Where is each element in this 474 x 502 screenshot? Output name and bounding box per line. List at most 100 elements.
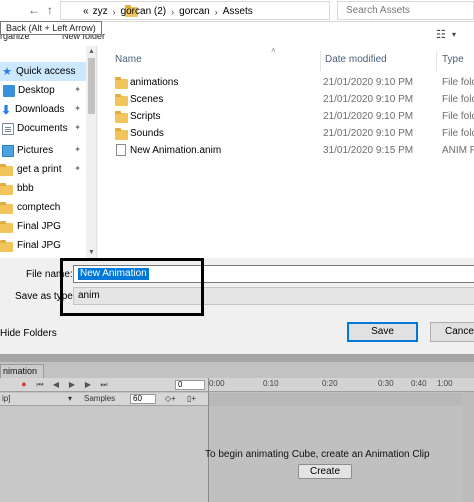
sidebar-item-label: Quick access (16, 66, 76, 77)
column-header-type[interactable]: Type (442, 51, 464, 69)
first-frame-icon[interactable]: ⏮ (34, 379, 46, 390)
sidebar-item-final-jpg-2[interactable]: Final JPG (0, 236, 84, 255)
sidebar-item-label: Downloads (15, 104, 65, 115)
star-icon: ★ (2, 65, 12, 78)
dopesheet-scrollbar[interactable] (462, 392, 474, 502)
breadcrumb-gorcan[interactable]: gorcan (177, 6, 212, 17)
sidebar-item-label: Final JPG (17, 240, 61, 251)
file-name: Scripts (130, 111, 161, 122)
ruler-tick-label: 1:00 (437, 379, 453, 388)
samples-field[interactable]: 60 (130, 394, 156, 404)
navigation-pane[interactable]: ★ Quick access Desktop ✦ ⬇ Downloads ✦ D… (0, 46, 97, 258)
last-frame-icon[interactable]: ⏭ (98, 379, 110, 390)
sidebar-item-label: Desktop (18, 85, 55, 96)
chevron-up-icon: ˄ (271, 46, 276, 55)
file-date: 21/01/2020 9:10 PM (323, 111, 414, 122)
clip-row: ip] ▾ Samples 60 ◇+ ▯+ (0, 393, 208, 406)
hide-folders-button[interactable]: Hide Folders (0, 328, 57, 339)
folder-icon (0, 239, 13, 252)
nav-scrollbar[interactable]: ▲ ▼ (86, 46, 96, 258)
sidebar-item-label: get a print (17, 164, 62, 175)
sidebar-item-comptech[interactable]: comptech (0, 198, 84, 217)
file-list[interactable]: ˄ Name Date modified Type animations 21/… (98, 46, 474, 258)
file-date: 21/01/2020 9:10 PM (323, 94, 414, 105)
sidebar-item-documents[interactable]: Documents ✦ (0, 119, 84, 138)
timeline-ruler[interactable]: 0:00 0:10 0:20 0:30 0:40 1:00 (209, 378, 474, 392)
chevron-right-icon[interactable]: › (168, 7, 177, 17)
file-name: Sounds (130, 128, 164, 139)
sidebar-item-get-a-print[interactable]: get a print ✦ (0, 160, 84, 179)
pin-icon: ✦ (74, 85, 81, 94)
ruler-tick-label: 0:10 (263, 379, 279, 388)
file-row-scripts[interactable]: Scripts 21/01/2020 9:10 PM File folc (112, 108, 474, 125)
chevron-down-icon[interactable]: ▾ (68, 394, 72, 403)
record-icon[interactable]: ● (18, 379, 30, 390)
cancel-button[interactable]: Cance (430, 322, 474, 342)
chevron-right-icon[interactable]: › (110, 7, 119, 17)
file-type: File folc (442, 94, 474, 105)
sidebar-item-downloads[interactable]: ⬇ Downloads ✦ (0, 100, 84, 119)
breadcrumb-overflow[interactable]: « (81, 6, 91, 17)
samples-label: Samples (84, 394, 116, 403)
frame-field[interactable]: 0 (175, 380, 205, 390)
pin-icon: ✦ (74, 145, 81, 154)
clip-dropdown[interactable]: ip] (2, 394, 10, 403)
sidebar-item-bbb[interactable]: bbb (0, 179, 84, 198)
create-button[interactable]: Create (298, 464, 352, 479)
sidebar-item-label: Pictures (17, 145, 54, 156)
sidebar-item-label: Documents (17, 123, 68, 134)
sidebar-item-pictures[interactable]: Pictures ✦ (0, 141, 84, 160)
file-date: 21/01/2020 9:10 PM (323, 128, 414, 139)
sidebar-item-desktop[interactable]: Desktop ✦ (0, 81, 84, 100)
file-row-sounds[interactable]: Sounds 21/01/2020 9:10 PM File folc (112, 125, 474, 142)
folder-icon (115, 77, 128, 89)
next-frame-icon[interactable]: ▶ (82, 379, 94, 390)
file-row-new-animation[interactable]: New Animation.anim 31/01/2020 9:15 PM AN… (112, 142, 474, 159)
file-type: ANIM F (442, 145, 474, 156)
chevron-down-icon[interactable]: ▾ (452, 30, 456, 39)
add-event-icon[interactable]: ▯+ (187, 394, 196, 403)
breadcrumb: « zyz › gorcan (2) › gorcan › Assets (81, 2, 255, 21)
pictures-icon (2, 144, 14, 157)
scroll-up-icon[interactable]: ▲ (86, 46, 96, 57)
play-icon[interactable]: ▶ (66, 379, 78, 390)
sidebar-item-label: Final JPG (17, 221, 61, 232)
column-header-date[interactable]: Date modified (325, 51, 387, 69)
file-name: Scenes (130, 94, 164, 105)
column-divider[interactable] (320, 51, 321, 71)
filename-label: File name: (26, 269, 73, 280)
filename-input[interactable]: New Animation (73, 265, 474, 283)
back-arrow-icon[interactable]: ← (26, 2, 42, 18)
file-row-animations[interactable]: animations 21/01/2020 9:10 PM File folc (112, 74, 474, 91)
prev-frame-icon[interactable]: ◀ (50, 379, 62, 390)
scroll-thumb[interactable] (88, 58, 95, 114)
add-keyframe-icon[interactable]: ◇+ (165, 394, 176, 403)
savetype-select[interactable]: anim (73, 287, 474, 305)
file-date: 31/01/2020 9:15 PM (323, 145, 414, 156)
column-header-name[interactable]: Name (115, 51, 142, 69)
up-arrow-icon[interactable]: ↑ (42, 2, 58, 18)
scroll-down-icon[interactable]: ▼ (86, 247, 96, 258)
folder-icon (115, 94, 128, 106)
breadcrumb-gorcan-2[interactable]: gorcan (2) (119, 6, 169, 17)
pin-icon: ✦ (74, 123, 81, 132)
properties-panel (0, 406, 208, 502)
sidebar-item-quick-access[interactable]: ★ Quick access (0, 62, 86, 81)
address-box[interactable]: « zyz › gorcan (2) › gorcan › Assets ▾ ↻ (60, 1, 386, 21)
file-row-scenes[interactable]: Scenes 21/01/2020 9:10 PM File folc (112, 91, 474, 108)
sidebar-item-final-jpg[interactable]: Final JPG (0, 217, 84, 236)
breadcrumb-zyz[interactable]: zyz (91, 6, 110, 17)
chevron-right-icon[interactable]: › (212, 7, 221, 17)
file-type: File folc (442, 128, 474, 139)
savetype-label: Save as type: (15, 291, 76, 302)
ruler-tick-label: 0:30 (378, 379, 394, 388)
filename-selected-text: New Animation (78, 268, 149, 280)
tab-animation[interactable]: nimation (0, 364, 44, 378)
save-button[interactable]: Save (347, 322, 418, 342)
breadcrumb-assets[interactable]: Assets (221, 6, 255, 17)
file-type: File folc (442, 111, 474, 122)
search-input[interactable]: Search Assets (337, 1, 474, 20)
view-options-icon[interactable]: ☷ (436, 28, 446, 41)
column-divider[interactable] (436, 51, 437, 71)
file-name: animations (130, 77, 179, 88)
